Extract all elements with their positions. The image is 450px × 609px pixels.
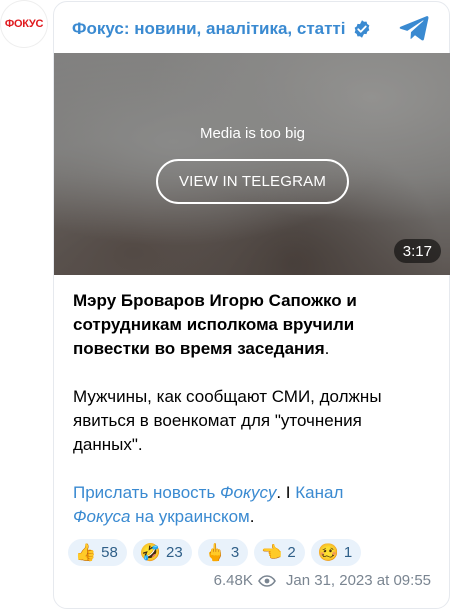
headline-period: . <box>324 339 330 358</box>
reaction-woozy[interactable]: 🥴 1 <box>310 539 362 566</box>
verified-badge-icon <box>354 20 369 38</box>
pointing-hand-icon: 👈 <box>261 543 283 562</box>
message-card: Фокус: новини, аналітика, статті Media i… <box>53 1 450 609</box>
view-in-telegram-button[interactable]: VIEW IN TELEGRAM <box>156 159 349 204</box>
message-timestamp[interactable]: Jan 31, 2023 at 09:55 <box>286 572 431 589</box>
post-headline: Мэру Броваров Игорю Сапожко и сотрудника… <box>73 289 433 361</box>
reaction-count: 3 <box>230 544 240 561</box>
reaction-rofl[interactable]: 🤣 23 <box>132 539 192 566</box>
post-body: Мужчины, как сообщают СМИ, должны явитьс… <box>73 387 382 454</box>
reaction-count: 58 <box>101 544 118 561</box>
reactions-bar: 👍 58 🤣 23 🖕 3 👈 2 🥴 1 <box>68 539 362 566</box>
thumbs-up-icon: 👍 <box>75 543 97 562</box>
video-preview[interactable]: Media is too big VIEW IN TELEGRAM 3:17 <box>54 53 450 275</box>
view-count: 6.48K <box>213 572 253 589</box>
send-news-link[interactable]: Прислать новость Фокусу <box>73 483 276 502</box>
reaction-count: 1 <box>343 544 353 561</box>
reaction-pointing[interactable]: 👈 2 <box>254 539 305 566</box>
channel-link-italic: Фокуса <box>73 507 131 526</box>
channel-link-suffix: на украинском <box>130 507 250 526</box>
send-news-link-text: Прислать новость <box>73 483 221 502</box>
woozy-face-icon: 🥴 <box>317 543 339 562</box>
middle-finger-icon: 🖕 <box>204 543 226 562</box>
channel-link-prefix: Канал <box>295 483 344 502</box>
avatar-logo-text: ФОКУС <box>4 18 44 30</box>
channel-name-link[interactable]: Фокус: новини, аналітика, статті <box>72 19 346 39</box>
reaction-count: 23 <box>166 544 183 561</box>
channel-avatar[interactable]: ФОКУС <box>0 0 48 48</box>
links-separator: . I <box>276 483 296 502</box>
eye-icon <box>257 574 276 587</box>
reaction-middle-finger[interactable]: 🖕 3 <box>197 539 249 566</box>
message-header: Фокус: новини, аналітика, статті <box>72 16 372 42</box>
message-footer: 6.48K Jan 31, 2023 at 09:55 <box>214 572 431 589</box>
post-links: Прислать новость Фокусу. I Канал Фокуса н… <box>73 481 433 529</box>
send-news-link-italic: Фокусу <box>220 483 277 502</box>
rofl-icon: 🤣 <box>139 543 162 562</box>
reaction-thumbs-up[interactable]: 👍 58 <box>68 539 127 566</box>
reaction-count: 2 <box>287 544 296 561</box>
video-duration-badge: 3:17 <box>393 239 441 263</box>
telegram-icon[interactable] <box>399 14 429 42</box>
headline-text: Мэру Броваров Игорю Сапожко и сотрудника… <box>73 291 357 358</box>
media-too-big-note: Media is too big <box>199 125 306 142</box>
links-end: . <box>249 507 255 526</box>
